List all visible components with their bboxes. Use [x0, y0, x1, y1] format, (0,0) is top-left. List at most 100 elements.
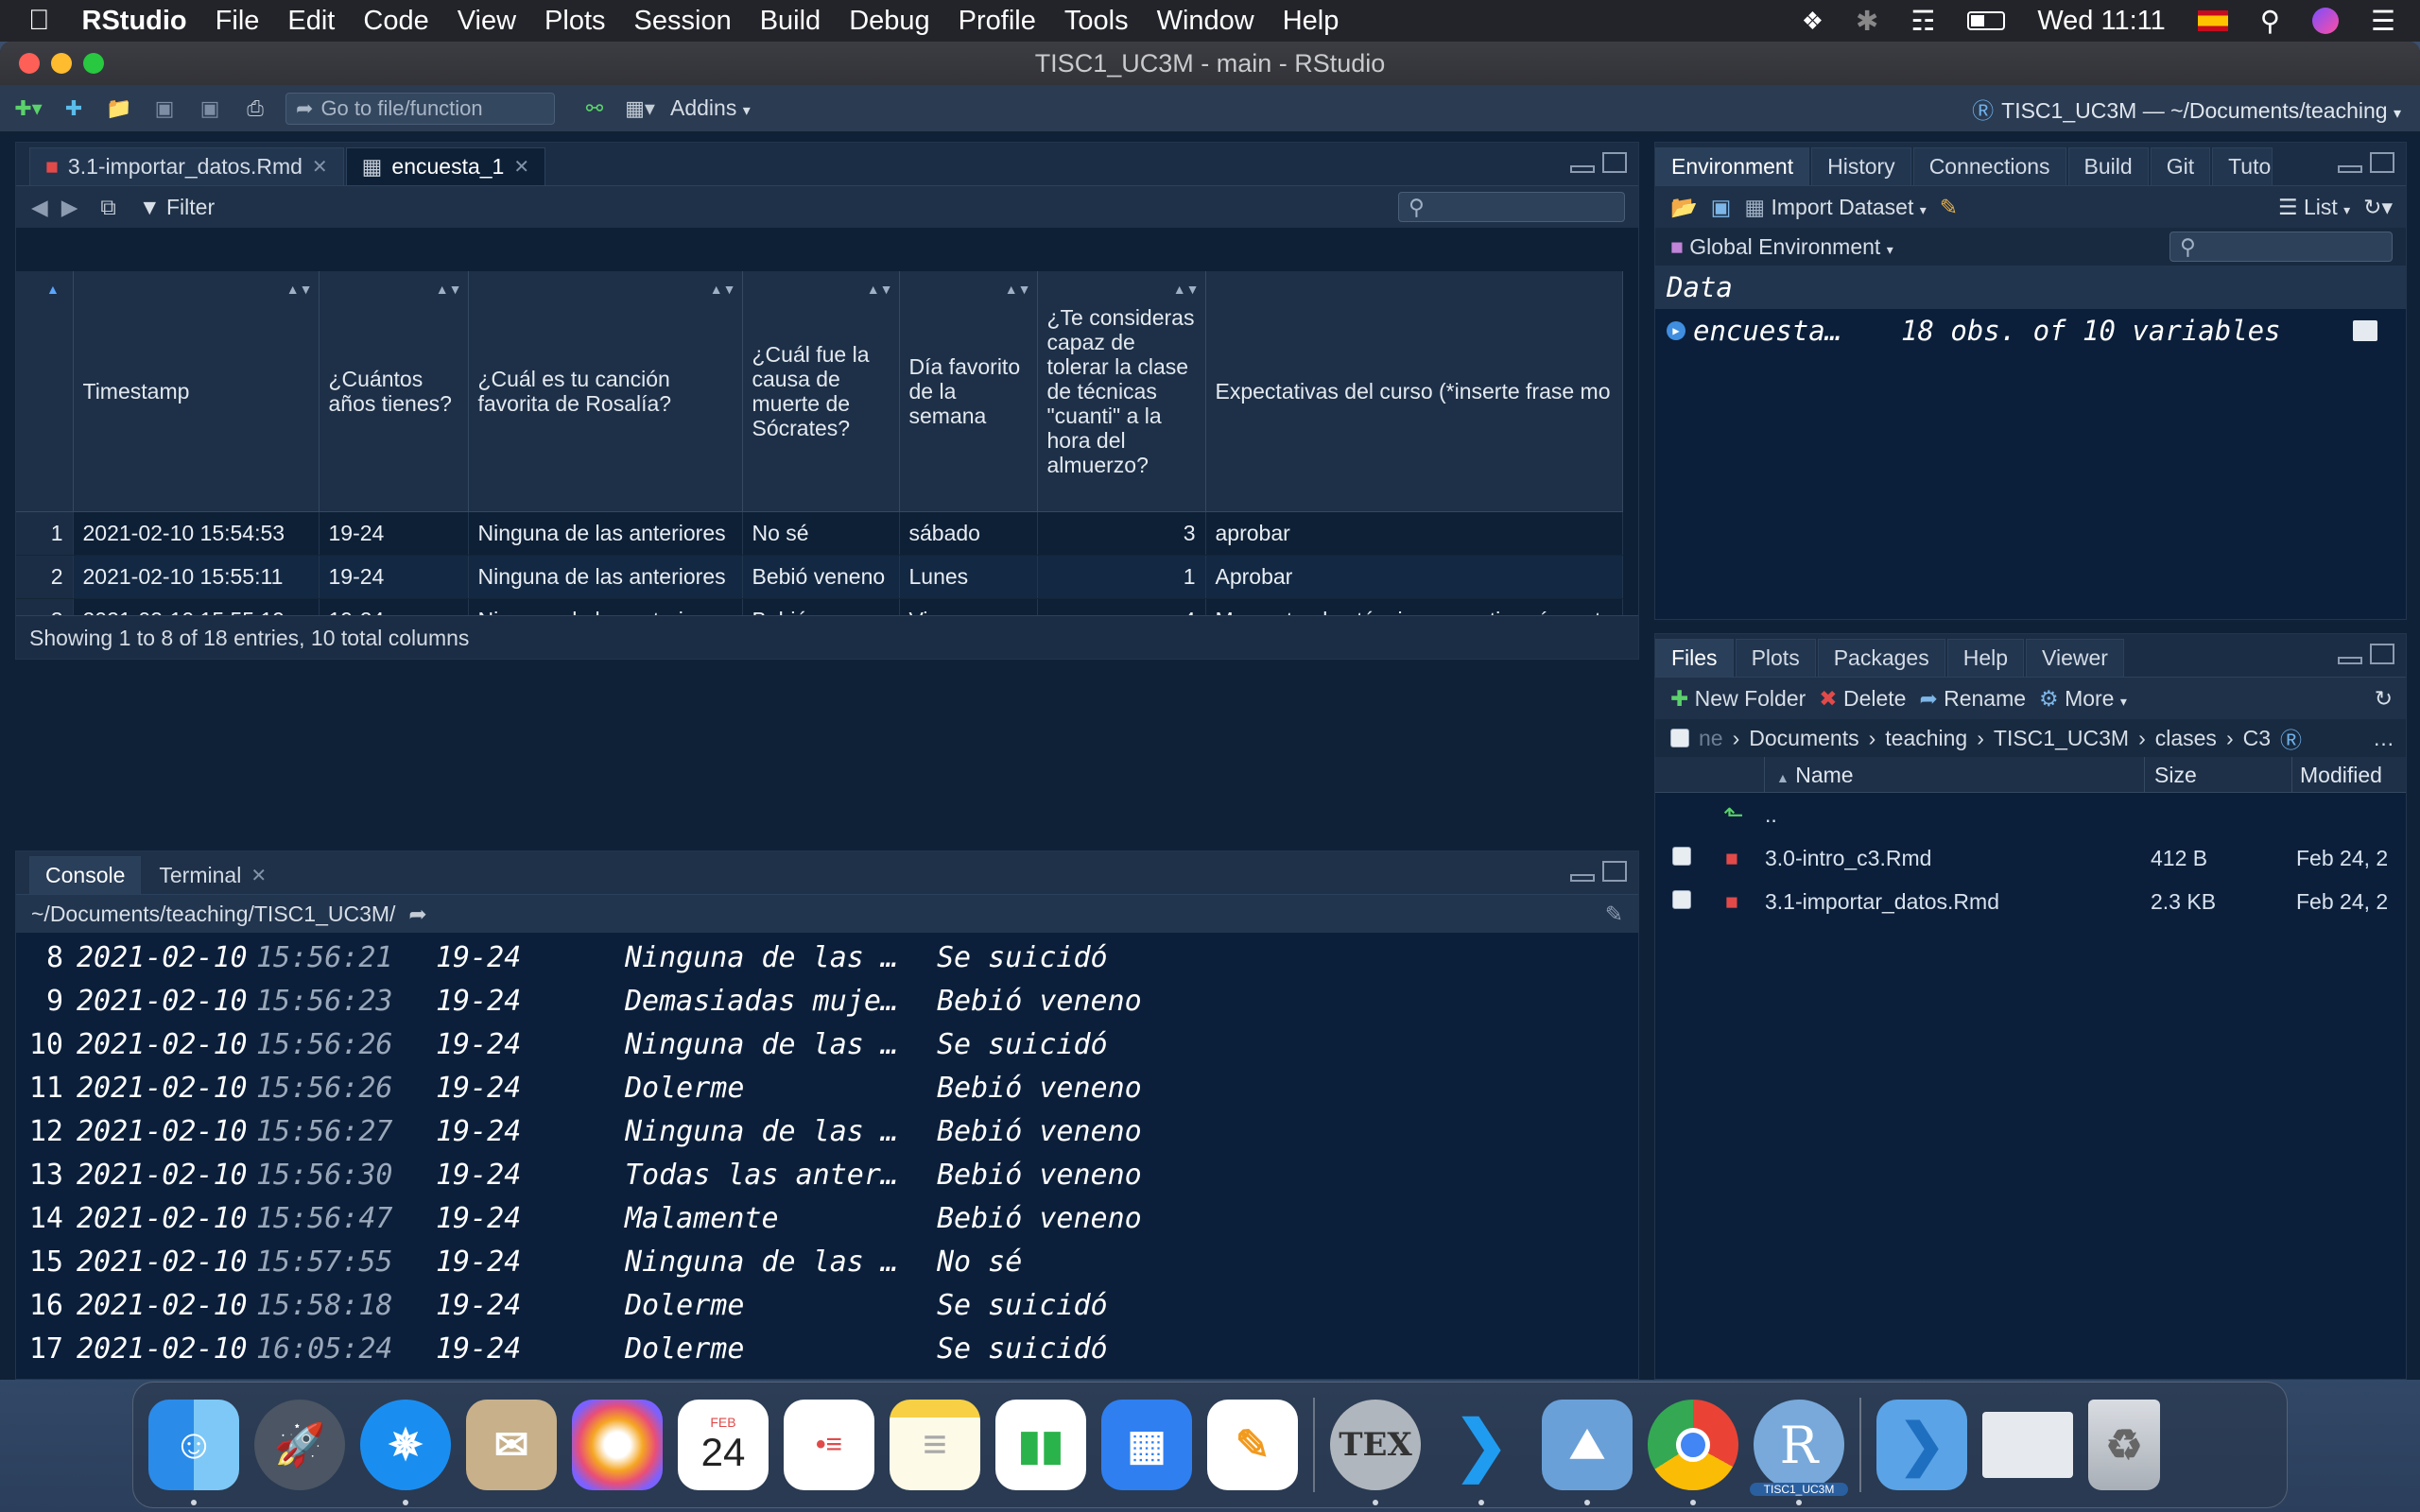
maximize-pane-icon[interactable]	[1602, 861, 1627, 882]
parent-dir-row[interactable]: ⬑ ..	[1655, 793, 2406, 836]
save-all-icon[interactable]: ▣	[193, 94, 227, 123]
menu-window[interactable]: Window	[1157, 6, 1254, 37]
minimize-pane-icon[interactable]	[1570, 874, 1595, 882]
tab-help[interactable]: Help	[1946, 639, 2025, 677]
more-crumbs-icon[interactable]: …	[2373, 726, 2394, 751]
env-variable-row[interactable]: ▶ encuesta… 18 obs. of 10 variables	[1655, 309, 2406, 352]
console-output[interactable]: 8 2021-02-10 15:56:21 19-24 Ninguna de las ……	[16, 933, 1638, 1371]
dropbox-icon[interactable]: ❖	[1802, 7, 1824, 36]
col-header-tolerar[interactable]: ▲▼ ¿Te consideras capaz de tolerar la cla…	[1037, 271, 1206, 512]
select-all-checkbox[interactable]	[1670, 729, 1689, 747]
maximize-pane-icon[interactable]	[1602, 152, 1627, 173]
goto-dir-icon[interactable]: ➦	[408, 902, 426, 927]
data-search-input[interactable]: ⚲	[1398, 192, 1625, 222]
maximize-pane-icon[interactable]	[2370, 152, 2394, 173]
load-workspace-icon[interactable]: 📂	[1670, 195, 1698, 220]
tab-git[interactable]: Git	[2150, 147, 2211, 185]
col-header-socrates[interactable]: ▲▼ ¿Cuál fue la causa de muerte de Sócrat…	[742, 271, 900, 512]
minimize-pane-icon[interactable]	[2338, 165, 2362, 173]
tab-files[interactable]: Files	[1655, 639, 1734, 677]
minimize-pane-icon[interactable]	[1570, 165, 1595, 173]
menu-edit[interactable]: Edit	[287, 6, 335, 37]
print-icon[interactable]: ⎙	[238, 94, 272, 123]
menu-debug[interactable]: Debug	[849, 6, 929, 37]
window-preview-icon[interactable]	[1982, 1412, 2073, 1478]
modified-column-header[interactable]: Modified	[2292, 757, 2382, 793]
refresh-icon[interactable]: ↻	[2375, 686, 2393, 712]
name-column-header[interactable]: ▲ Name	[1765, 757, 2145, 792]
open-folder-icon[interactable]: 📁	[102, 94, 136, 123]
save-workspace-icon[interactable]: ▣	[1711, 195, 1732, 220]
finder-icon[interactable]: ☺	[148, 1400, 239, 1505]
numbers-icon[interactable]: ▮▮	[995, 1400, 1086, 1490]
table-row[interactable]: 32021-02-10 15:55:1919-24Ninguna de las …	[16, 598, 1624, 615]
new-project-icon[interactable]: ✚	[57, 94, 91, 123]
col-header-expectativas[interactable]: Expectativas del curso (*inserte frase m…	[1205, 271, 1624, 512]
filter-button[interactable]: ▼ Filter	[139, 195, 215, 220]
col-header-timestamp[interactable]: ▲▼ Timestamp	[73, 271, 320, 512]
close-tab-icon[interactable]: ✕	[513, 155, 529, 179]
apple-menu-icon[interactable]: 	[28, 5, 50, 37]
file-name-link[interactable]: 3.1-importar_datos.Rmd	[1754, 889, 2145, 915]
layout-grid-icon[interactable]: ▦▾	[623, 94, 657, 123]
tab-console[interactable]: Console	[29, 856, 142, 894]
keynote-icon[interactable]: ▦	[1101, 1400, 1192, 1490]
menu-profile[interactable]: Profile	[959, 6, 1036, 37]
env-search-input[interactable]: ⚲	[2169, 232, 2393, 262]
file-name-link[interactable]: 3.0-intro_c3.Rmd	[1754, 846, 2145, 871]
new-file-icon[interactable]: ✚▾	[11, 94, 45, 123]
file-checkbox[interactable]	[1672, 846, 1691, 866]
siri-icon[interactable]	[2312, 8, 2339, 34]
crumb-home[interactable]: ne	[1699, 726, 1723, 751]
table-row[interactable]: 1 2021-02-10 15:54:53 19-24 Ninguna de las …	[16, 511, 1624, 556]
tab-tutorial[interactable]: Tutor	[2212, 147, 2273, 185]
reminders-icon[interactable]: •≡	[784, 1400, 874, 1490]
menu-help[interactable]: Help	[1283, 6, 1340, 37]
tab-viewer[interactable]: Viewer	[2026, 639, 2124, 677]
menu-session[interactable]: Session	[634, 6, 732, 37]
view-table-icon[interactable]	[2353, 320, 2377, 341]
safari-icon[interactable]: ✵	[360, 1400, 451, 1505]
tab-history[interactable]: History	[1811, 147, 1911, 185]
bluetooth-icon[interactable]: ✱	[1856, 5, 1878, 38]
keyboard-flag-icon[interactable]	[2197, 10, 2228, 31]
crumb-teaching[interactable]: teaching	[1885, 726, 1967, 751]
col-header-rownum[interactable]: ▲	[16, 271, 74, 512]
go-to-file-input[interactable]: ➦ Go to file/function	[285, 92, 555, 125]
tab-rmd[interactable]: ■ 3.1-importar_datos.Rmd ✕	[29, 147, 344, 185]
clock[interactable]: Wed 11:11	[2037, 6, 2165, 37]
refresh-icon[interactable]: ↻▾	[2363, 195, 2393, 220]
tab-plots[interactable]: Plots	[1735, 639, 1816, 677]
git-icon[interactable]: ⚯	[578, 94, 612, 123]
save-icon[interactable]: ▣	[147, 94, 182, 123]
col-header-cancion[interactable]: ▲▼ ¿Cuál es tu canción favorita de Rosalí…	[468, 271, 743, 512]
crumb-clases[interactable]: clases	[2155, 726, 2217, 751]
back-icon[interactable]: ◀	[31, 195, 48, 220]
global-env-selector[interactable]: ■ Global Environment ▾	[1670, 234, 1893, 260]
trash-icon[interactable]: ♻	[2088, 1400, 2160, 1490]
pages-icon[interactable]: ✎	[1207, 1400, 1298, 1490]
delete-button[interactable]: ✖ Delete	[1819, 686, 1906, 712]
menu-file[interactable]: File	[216, 6, 260, 37]
minimize-window-button[interactable]	[51, 53, 72, 74]
launchpad-icon[interactable]: 🚀	[254, 1400, 345, 1490]
minimize-pane-icon[interactable]	[2338, 657, 2362, 664]
file-row[interactable]: ■ 3.1-importar_datos.Rmd 2.3 KB Feb 24, …	[1655, 880, 2406, 923]
menu-plots[interactable]: Plots	[544, 6, 605, 37]
photos-icon[interactable]	[572, 1400, 663, 1490]
vscode-icon[interactable]: ❯	[1436, 1400, 1527, 1505]
new-folder-button[interactable]: ✚ New Folder	[1670, 686, 1806, 712]
file-row[interactable]: ■ 3.0-intro_c3.Rmd 412 B Feb 24, 2	[1655, 836, 2406, 880]
tab-encuesta[interactable]: ▦ encuesta_1 ✕	[345, 147, 546, 185]
chrome-icon[interactable]	[1648, 1400, 1738, 1505]
table-row[interactable]: 2 2021-02-10 15:55:11 19-24 Ninguna de las …	[16, 555, 1624, 599]
col-header-edad[interactable]: ▲▼ ¿Cuántos años tienes?	[319, 271, 469, 512]
crumb-project[interactable]: TISC1_UC3M	[1994, 726, 2129, 751]
expand-icon[interactable]: ▶	[1667, 321, 1685, 340]
notes-icon[interactable]: ≡	[890, 1400, 980, 1490]
maximize-pane-icon[interactable]	[2370, 644, 2394, 664]
tab-build[interactable]: Build	[2067, 147, 2149, 185]
app-menu[interactable]: RStudio	[82, 6, 187, 37]
spotlight-icon[interactable]: ⚲	[2260, 5, 2280, 38]
tab-connections[interactable]: Connections	[1912, 147, 2066, 185]
